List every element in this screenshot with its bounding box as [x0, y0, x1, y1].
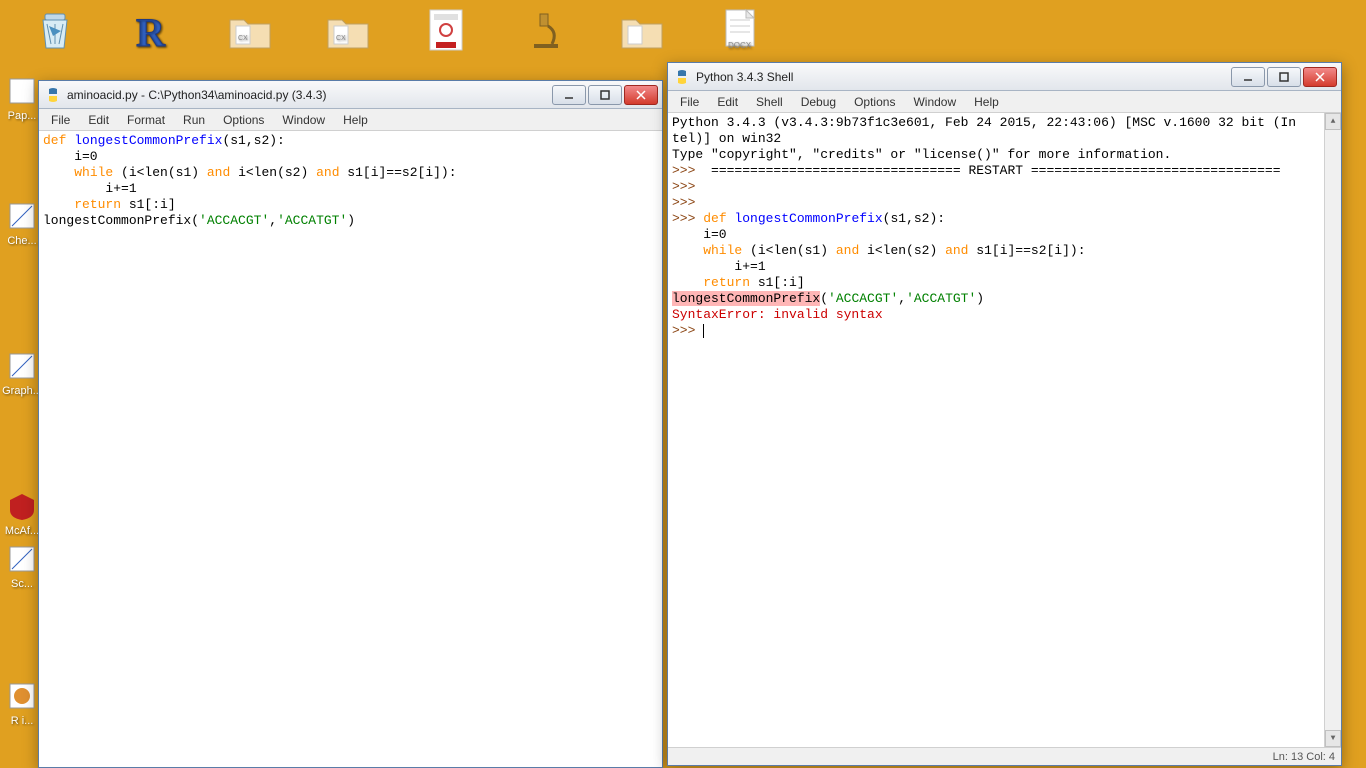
banner-line-3: Type "copyright", "credits" or "license(…	[672, 147, 1171, 162]
shell-menu-help[interactable]: Help	[966, 93, 1007, 111]
prompt: >>>	[672, 323, 703, 338]
kw-return: return	[74, 197, 121, 212]
shell-close-button[interactable]	[1303, 67, 1337, 87]
editor-title-text: aminoacid.py - C:\Python34\aminoacid.py …	[67, 88, 552, 102]
str-2: 'ACCATGT'	[277, 213, 347, 228]
docx-file-icon[interactable]: DOCX	[700, 6, 780, 57]
syntax-error-text: SyntaxError: invalid syntax	[672, 307, 883, 322]
banner-line-1: Python 3.4.3 (v3.4.3:9b73f1c3e601, Feb 2…	[672, 115, 1296, 130]
pdf-file-icon[interactable]	[406, 6, 486, 57]
text-cursor	[703, 324, 704, 338]
editor-menu-options[interactable]: Options	[215, 111, 272, 129]
kw-while: while	[672, 243, 750, 258]
banner-line-2: tel)] on win32	[672, 131, 781, 146]
str-1: 'ACCACGT'	[199, 213, 269, 228]
editor-menu-run[interactable]: Run	[175, 111, 213, 129]
shell-titlebar[interactable]: Python 3.4.3 Shell	[668, 63, 1341, 91]
editor-maximize-button[interactable]	[588, 85, 622, 105]
python-icon	[674, 69, 690, 85]
shell-menu-file[interactable]: File	[672, 93, 707, 111]
kw-def: def	[43, 133, 74, 148]
shell-menu-window[interactable]: Window	[905, 93, 964, 111]
r-app-icon[interactable]: R	[112, 6, 192, 57]
idle-editor-window[interactable]: aminoacid.py - C:\Python34\aminoacid.py …	[38, 80, 663, 768]
editor-close-button[interactable]	[624, 85, 658, 105]
editor-menu-format[interactable]: Format	[119, 111, 173, 129]
shell-menu-shell[interactable]: Shell	[748, 93, 791, 111]
editor-menu-edit[interactable]: Edit	[80, 111, 117, 129]
editor-menu-window[interactable]: Window	[274, 111, 333, 129]
folder-1-icon[interactable]: CX	[210, 6, 290, 57]
kw-return: return	[703, 275, 750, 290]
func-sig: (s1,s2):	[222, 133, 284, 148]
code-line-4: i+=1	[43, 181, 137, 196]
shell-menubar: File Edit Shell Debug Options Window Hel…	[668, 91, 1341, 113]
folder-2-icon[interactable]: CX	[308, 6, 388, 57]
code-line-2: i=0	[43, 149, 98, 164]
svg-text:R: R	[136, 10, 166, 54]
func-name: longestCommonPrefix	[734, 211, 882, 226]
kw-and-2: and	[316, 165, 339, 180]
restart-line: ================================ RESTART…	[703, 163, 1280, 178]
func-name: longestCommonPrefix	[74, 133, 222, 148]
shell-output-area[interactable]: Python 3.4.3 (v3.4.3:9b73f1c3e601, Feb 2…	[668, 113, 1341, 747]
editor-code-area[interactable]: def longestCommonPrefix(s1,s2): i=0 whil…	[39, 131, 662, 767]
editor-menubar: File Edit Format Run Options Window Help	[39, 109, 662, 131]
shell-menu-debug[interactable]: Debug	[793, 93, 844, 111]
python-icon	[45, 87, 61, 103]
cursor-position-text: Ln: 13 Col: 4	[1273, 751, 1335, 763]
svg-text:CX: CX	[336, 35, 346, 42]
editor-minimize-button[interactable]	[552, 85, 586, 105]
prompt: >>>	[672, 163, 703, 178]
svg-text:CX: CX	[238, 35, 248, 42]
shell-menu-edit[interactable]: Edit	[709, 93, 746, 111]
shell-menu-options[interactable]: Options	[846, 93, 903, 111]
folder-3-icon[interactable]	[602, 6, 682, 57]
editor-titlebar[interactable]: aminoacid.py - C:\Python34\aminoacid.py …	[39, 81, 662, 109]
shell-minimize-button[interactable]	[1231, 67, 1265, 87]
shell-line-inc: i+=1	[672, 259, 766, 274]
highlighted-call-name: longestCommonPrefix	[672, 291, 820, 306]
shell-title-text: Python 3.4.3 Shell	[696, 70, 1231, 84]
shell-vertical-scrollbar[interactable]: ▲ ▼	[1324, 113, 1341, 747]
shell-statusbar: Ln: 13 Col: 4	[668, 747, 1341, 765]
svg-text:DOCX: DOCX	[728, 41, 752, 50]
shell-line-i: i=0	[672, 227, 727, 242]
python-shell-window[interactable]: Python 3.4.3 Shell File Edit Shell Debug…	[667, 62, 1342, 766]
scroll-up-arrow-icon[interactable]: ▲	[1325, 113, 1341, 130]
prompt: >>>	[672, 211, 703, 226]
kw-and-1: and	[207, 165, 230, 180]
scroll-down-arrow-icon[interactable]: ▼	[1325, 730, 1341, 747]
editor-menu-file[interactable]: File	[43, 111, 78, 129]
shell-maximize-button[interactable]	[1267, 67, 1301, 87]
editor-menu-help[interactable]: Help	[335, 111, 376, 129]
microscope-icon[interactable]	[504, 6, 584, 57]
prompt: >>>	[672, 179, 703, 194]
recycle-bin-icon[interactable]	[15, 6, 95, 57]
prompt: >>>	[672, 195, 703, 210]
kw-def: def	[703, 211, 734, 226]
kw-while: while	[74, 165, 121, 180]
